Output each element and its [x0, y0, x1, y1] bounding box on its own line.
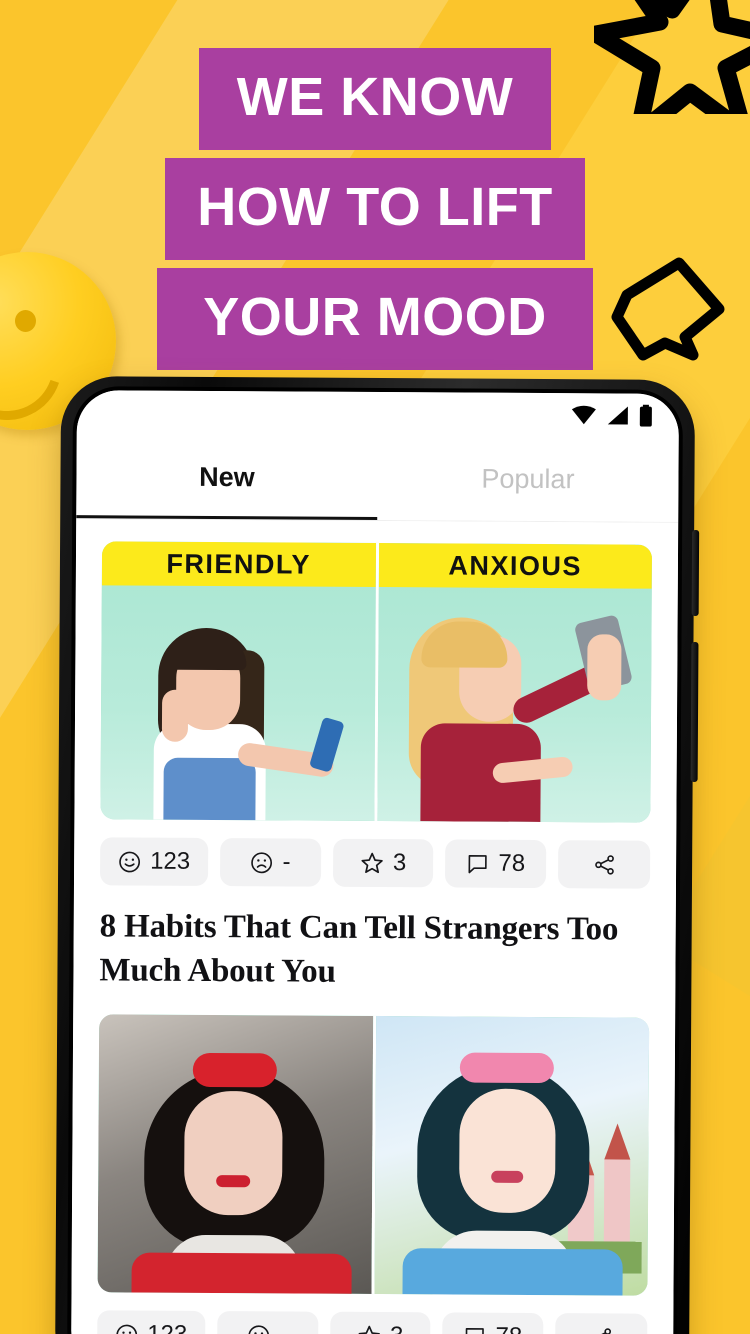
- thumbnail-right-label: ANXIOUS: [378, 543, 653, 589]
- smiling-face-icon: [116, 1324, 138, 1334]
- illustration-cartoon-snow-white: [402, 1040, 624, 1296]
- article-card[interactable]: FRIENDLY ANXIOUS 123 - 3 78 8 Habits Tha…: [99, 519, 653, 995]
- reaction-frown-count: -: [282, 848, 291, 876]
- article-card[interactable]: 123 -: [97, 992, 650, 1334]
- thumbnail-left-panel: FRIENDLY: [100, 541, 376, 821]
- reaction-smile-count: 123: [147, 1321, 187, 1334]
- thumbnail-left-label: FRIENDLY: [101, 541, 376, 587]
- reaction-comment-count: 78: [498, 849, 526, 877]
- reaction-star-button[interactable]: 3: [332, 838, 434, 888]
- star-icon: [361, 852, 383, 874]
- smiling-face-icon: [119, 851, 141, 872]
- power-button[interactable]: [691, 529, 700, 616]
- cellular-signal-icon: [607, 406, 628, 425]
- reaction-frown-button[interactable]: -: [220, 838, 321, 887]
- battery-icon: [639, 404, 652, 427]
- reaction-star-count: 3: [392, 849, 407, 877]
- reaction-star-count: 3: [390, 1322, 404, 1334]
- reaction-bar[interactable]: 123 -: [99, 837, 651, 889]
- phone-screen: New Popular FRIENDLY ANXIOUS 123 - 3 78 …: [71, 390, 679, 1334]
- star-icon: [358, 1325, 380, 1334]
- share-icon: [594, 854, 614, 875]
- frowning-face-icon: [251, 851, 273, 873]
- share-button[interactable]: [557, 840, 651, 889]
- thumbnail-right-panel: ANXIOUS: [373, 542, 653, 823]
- reaction-bar[interactable]: 123 -: [97, 1310, 648, 1334]
- phone-mockup: New Popular FRIENDLY ANXIOUS 123 - 3 78 …: [54, 376, 700, 1334]
- reaction-frown-count: -: [280, 1322, 288, 1334]
- status-bar: [76, 390, 679, 438]
- reaction-star-button[interactable]: 3: [329, 1311, 431, 1334]
- article-title[interactable]: 8 Habits That Can Tell Strangers Too Muc…: [99, 905, 650, 995]
- feed-tab-bar[interactable]: New Popular: [76, 434, 679, 522]
- frowning-face-icon: [248, 1324, 270, 1334]
- article-thumbnail[interactable]: FRIENDLY ANXIOUS: [100, 541, 653, 823]
- promo-line-1: WE KNOW: [198, 48, 552, 150]
- reaction-comment-count: 78: [495, 1323, 522, 1334]
- illustration-anxious-girl: [399, 611, 634, 823]
- comment-icon: [468, 854, 488, 873]
- tab-popular[interactable]: Popular: [377, 436, 679, 522]
- comment-icon: [465, 1327, 485, 1334]
- volume-button[interactable]: [690, 641, 699, 782]
- reaction-frown-button[interactable]: -: [217, 1311, 319, 1334]
- illustration-friendly-girl: [133, 620, 345, 821]
- reaction-smile-button[interactable]: 123: [99, 837, 209, 886]
- thumbnail-left-panel: [97, 1014, 373, 1295]
- article-feed[interactable]: FRIENDLY ANXIOUS 123 - 3 78 8 Habits Tha…: [71, 519, 679, 1334]
- promo-line-3: YOUR MOOD: [157, 268, 593, 370]
- share-button[interactable]: [555, 1313, 648, 1334]
- reaction-comment-button[interactable]: 78: [445, 839, 547, 889]
- reaction-smile-count: 123: [150, 847, 191, 875]
- article-thumbnail[interactable]: [97, 1014, 650, 1296]
- promo-line-2: HOW TO LIFT: [165, 158, 585, 260]
- share-icon: [596, 1327, 611, 1334]
- phone-bezel: New Popular FRIENDLY ANXIOUS 123 - 3 78 …: [66, 386, 684, 1334]
- wifi-icon: [571, 405, 596, 425]
- promo-headline: WE KNOW HOW TO LIFT YOUR MOOD: [0, 48, 750, 370]
- tab-new[interactable]: New: [76, 434, 378, 520]
- reaction-smile-button[interactable]: 123: [97, 1310, 206, 1334]
- reaction-comment-button[interactable]: 78: [442, 1312, 544, 1334]
- illustration-real-snow-white: [131, 1039, 353, 1295]
- thumbnail-right-panel: [370, 1016, 650, 1296]
